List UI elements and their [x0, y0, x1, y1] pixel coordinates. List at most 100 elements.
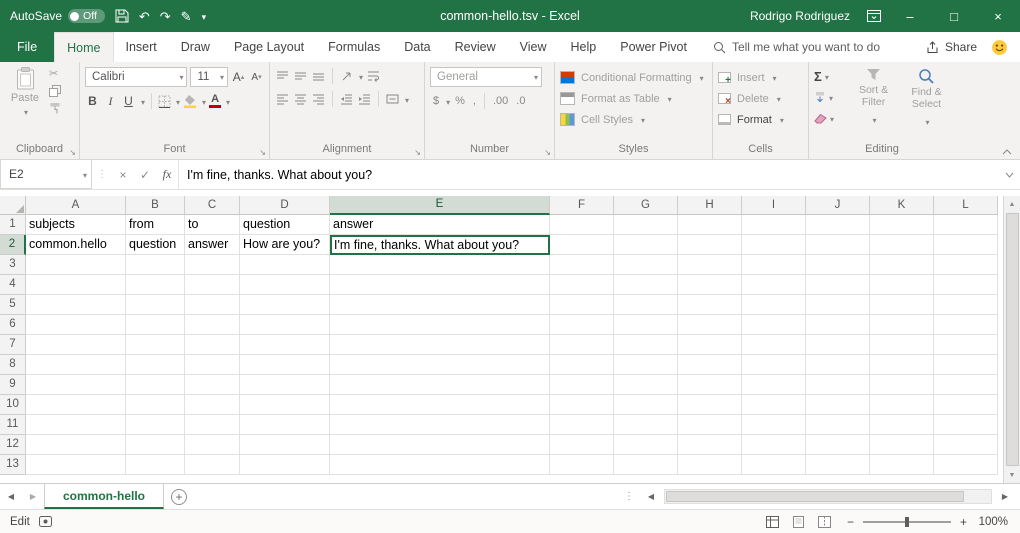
- page-break-view-icon[interactable]: [815, 513, 835, 531]
- column-header-h[interactable]: H: [678, 196, 742, 215]
- cut-icon[interactable]: ✂: [49, 69, 61, 80]
- cell-H3[interactable]: [678, 255, 742, 275]
- cell-G9[interactable]: [614, 375, 678, 395]
- decrease-indent-icon[interactable]: [339, 90, 354, 108]
- cancel-icon[interactable]: ×: [112, 160, 134, 189]
- increase-font-size-icon[interactable]: A: [231, 68, 246, 86]
- cell-J7[interactable]: [806, 335, 870, 355]
- cell-G13[interactable]: [614, 455, 678, 475]
- cell-A9[interactable]: [26, 375, 126, 395]
- tab-formulas[interactable]: Formulas: [316, 32, 392, 62]
- cell-J8[interactable]: [806, 355, 870, 375]
- accounting-format-icon[interactable]: $: [430, 95, 442, 107]
- row-header-5[interactable]: 5: [0, 295, 26, 315]
- comma-format-icon[interactable]: ,: [470, 95, 479, 107]
- cell-K8[interactable]: [870, 355, 934, 375]
- format-painter-icon[interactable]: [49, 102, 61, 114]
- cell-L1[interactable]: [934, 215, 998, 235]
- number-format-dropdown-icon[interactable]: [532, 71, 538, 83]
- decrease-font-size-icon[interactable]: A: [249, 68, 264, 86]
- undo-icon[interactable]: ↶: [139, 10, 150, 23]
- cell-D5[interactable]: [240, 295, 330, 315]
- align-right-icon[interactable]: [311, 90, 326, 108]
- cell-D11[interactable]: [240, 415, 330, 435]
- accounting-dropdown-icon[interactable]: [444, 92, 450, 110]
- row-header-3[interactable]: 3: [0, 255, 26, 275]
- fill-color-icon[interactable]: [183, 94, 197, 108]
- cell-I12[interactable]: [742, 435, 806, 455]
- cell-H9[interactable]: [678, 375, 742, 395]
- cell-H2[interactable]: [678, 235, 742, 255]
- cell-G11[interactable]: [614, 415, 678, 435]
- cell-B10[interactable]: [126, 395, 185, 415]
- name-box-dropdown-icon[interactable]: [81, 167, 87, 181]
- cell-J2[interactable]: [806, 235, 870, 255]
- cell-styles-dropdown-icon[interactable]: [639, 114, 645, 126]
- cell-J3[interactable]: [806, 255, 870, 275]
- cell-J11[interactable]: [806, 415, 870, 435]
- cell-H7[interactable]: [678, 335, 742, 355]
- column-header-g[interactable]: G: [614, 196, 678, 215]
- cell-F2[interactable]: [550, 235, 614, 255]
- cell-A11[interactable]: [26, 415, 126, 435]
- cell-D2[interactable]: How are you?: [240, 235, 330, 255]
- find-select-dropdown-icon[interactable]: [924, 112, 930, 130]
- percent-format-icon[interactable]: %: [452, 95, 468, 107]
- cell-G10[interactable]: [614, 395, 678, 415]
- cell-L8[interactable]: [934, 355, 998, 375]
- cell-I13[interactable]: [742, 455, 806, 475]
- cell-B5[interactable]: [126, 295, 185, 315]
- cell-H1[interactable]: [678, 215, 742, 235]
- cell-H4[interactable]: [678, 275, 742, 295]
- copy-icon[interactable]: [49, 85, 61, 97]
- cell-D10[interactable]: [240, 395, 330, 415]
- paste-dropdown-icon[interactable]: [22, 106, 28, 118]
- row-header-6[interactable]: 6: [0, 315, 26, 335]
- cell-K11[interactable]: [870, 415, 934, 435]
- cell-I5[interactable]: [742, 295, 806, 315]
- number-format-select[interactable]: General: [430, 67, 542, 87]
- cell-A12[interactable]: [26, 435, 126, 455]
- italic-button[interactable]: I: [103, 92, 118, 110]
- cell-F4[interactable]: [550, 275, 614, 295]
- autosum-button[interactable]: Σ: [814, 67, 844, 85]
- format-cells-button[interactable]: Format: [718, 109, 803, 130]
- cell-C13[interactable]: [185, 455, 240, 475]
- format-as-table-dropdown-icon[interactable]: [666, 93, 672, 105]
- increase-decimal-icon[interactable]: .00: [490, 95, 511, 107]
- font-name-dropdown-icon[interactable]: [177, 71, 183, 83]
- sheet-nav-right-icon[interactable]: ▶: [22, 484, 44, 509]
- number-dialog-launcher-icon[interactable]: [544, 148, 551, 157]
- align-middle-icon[interactable]: [293, 67, 308, 85]
- cell-C6[interactable]: [185, 315, 240, 335]
- cell-K6[interactable]: [870, 315, 934, 335]
- enter-icon[interactable]: ✓: [134, 160, 156, 189]
- align-top-icon[interactable]: [275, 67, 290, 85]
- merge-center-icon[interactable]: [385, 90, 400, 108]
- cell-E6[interactable]: [330, 315, 550, 335]
- cell-I7[interactable]: [742, 335, 806, 355]
- format-as-table-button[interactable]: Format as Table: [560, 88, 707, 109]
- increase-indent-icon[interactable]: [357, 90, 372, 108]
- column-header-k[interactable]: K: [870, 196, 934, 215]
- cell-B2[interactable]: question: [126, 235, 185, 255]
- cell-E13[interactable]: [330, 455, 550, 475]
- fill-color-dropdown-icon[interactable]: [200, 92, 206, 110]
- feedback-smiley-icon[interactable]: [991, 32, 1008, 62]
- cell-F13[interactable]: [550, 455, 614, 475]
- column-header-d[interactable]: D: [240, 196, 330, 215]
- tell-me-box[interactable]: Tell me what you want to do: [713, 32, 880, 62]
- font-name-select[interactable]: Calibri: [85, 67, 187, 87]
- formula-bar-expand-icon[interactable]: [998, 160, 1020, 189]
- cell-styles-button[interactable]: Cell Styles: [560, 109, 707, 130]
- zoom-in-icon[interactable]: +: [960, 515, 967, 529]
- cell-B4[interactable]: [126, 275, 185, 295]
- alignment-dialog-launcher-icon[interactable]: [414, 148, 421, 157]
- cell-K2[interactable]: [870, 235, 934, 255]
- new-sheet-button[interactable]: +: [164, 484, 194, 509]
- cell-G4[interactable]: [614, 275, 678, 295]
- cell-D7[interactable]: [240, 335, 330, 355]
- cell-H13[interactable]: [678, 455, 742, 475]
- cell-L2[interactable]: [934, 235, 998, 255]
- horizontal-scrollbar[interactable]: [664, 489, 992, 504]
